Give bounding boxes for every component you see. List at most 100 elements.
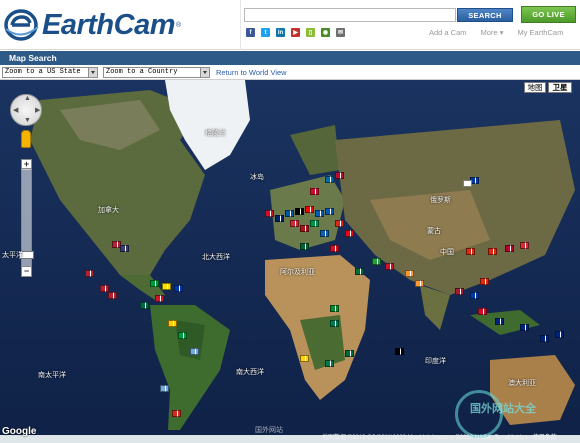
label-mongolia: 蒙古 <box>427 228 441 235</box>
map-controls: Zoom to a US State Zoom to a Country Ret… <box>0 65 580 80</box>
camera-flag-marker[interactable] <box>466 248 475 255</box>
map-search-title: Map Search <box>0 51 580 65</box>
camera-flag-marker[interactable] <box>325 360 334 367</box>
street-view-pegman-icon[interactable] <box>21 130 31 148</box>
camera-flag-marker[interactable] <box>455 288 464 295</box>
camera-flag-marker[interactable] <box>265 210 274 217</box>
camera-flag-marker[interactable] <box>295 208 304 215</box>
camera-flag-marker[interactable] <box>385 263 394 270</box>
camera-flag-marker[interactable] <box>310 220 319 227</box>
label-greenland: 格陵兰 <box>205 130 226 137</box>
add-a-cam-link[interactable]: Add a Cam <box>429 28 467 37</box>
label-pacific: 太平洋 <box>2 252 23 259</box>
label-canada: 加拿大 <box>98 207 119 214</box>
camera-flag-marker[interactable] <box>495 318 504 325</box>
site-header: EarthCam ® SEARCH GO LIVE f t in ▶ ▯ ◉ ✉… <box>0 0 580 50</box>
camera-flag-marker[interactable] <box>300 225 309 232</box>
camera-flag-marker[interactable] <box>310 188 319 195</box>
camera-flag-marker[interactable] <box>330 320 339 327</box>
camera-flag-marker[interactable] <box>555 331 564 338</box>
camera-flag-marker[interactable] <box>285 210 294 217</box>
country-select-value: Zoom to a Country <box>106 68 178 76</box>
pan-down-icon[interactable]: ▼ <box>24 117 31 124</box>
camera-flag-marker[interactable] <box>120 245 129 252</box>
logo-wordmark: EarthCam <box>42 8 176 41</box>
label-iceland: 冰岛 <box>250 174 264 181</box>
camera-flag-marker[interactable] <box>505 245 514 252</box>
camera-flag-marker[interactable] <box>520 242 529 249</box>
camera-flag-marker[interactable] <box>415 280 424 287</box>
facebook-icon[interactable]: f <box>246 28 255 37</box>
camera-flag-marker[interactable] <box>300 355 309 362</box>
my-earthcam-link[interactable]: My EarthCam <box>517 28 563 37</box>
us-state-select[interactable]: Zoom to a US State <box>2 67 98 78</box>
camera-flag-marker[interactable] <box>488 248 497 255</box>
camera-flag-marker[interactable] <box>405 270 414 277</box>
zoom-out-button[interactable]: − <box>21 266 32 277</box>
camera-flag-marker[interactable] <box>172 410 181 417</box>
camera-flag-marker[interactable] <box>155 295 164 302</box>
camera-flag-marker[interactable] <box>345 350 354 357</box>
camera-flag-marker[interactable] <box>540 335 549 342</box>
email-icon[interactable]: ✉ <box>336 28 345 37</box>
camera-flag-marker[interactable] <box>395 348 404 355</box>
camera-flag-marker[interactable] <box>178 332 187 339</box>
camera-flag-marker[interactable] <box>305 206 314 213</box>
label-south-atlantic: 南大西洋 <box>236 369 264 376</box>
camera-flag-marker[interactable] <box>330 305 339 312</box>
us-state-select-value: Zoom to a US State <box>5 68 81 76</box>
camera-flag-marker[interactable] <box>315 210 324 217</box>
search-input[interactable] <box>244 8 456 22</box>
camera-flag-marker[interactable] <box>108 292 117 299</box>
pan-up-icon[interactable]: ▲ <box>24 95 31 102</box>
camera-flag-marker[interactable] <box>190 348 199 355</box>
pan-left-icon[interactable]: ◀ <box>13 106 18 114</box>
camera-flag-marker[interactable] <box>355 268 364 275</box>
camera-flag-marker[interactable] <box>150 280 159 287</box>
camera-flag-marker[interactable] <box>100 285 109 292</box>
camera-flag-marker[interactable] <box>85 270 94 277</box>
camera-flag-marker[interactable] <box>300 243 309 250</box>
pan-right-icon[interactable]: ▶ <box>35 106 40 114</box>
camera-flag-marker[interactable] <box>372 258 381 265</box>
mobile-icon[interactable]: ▯ <box>306 28 315 37</box>
map-copyright[interactable]: 地图数据 ©2013 GS(2011)6020 MapLink Imagery … <box>322 432 557 441</box>
country-select[interactable]: Zoom to a Country <box>103 67 210 78</box>
camera-flag-marker[interactable] <box>290 220 299 227</box>
more-menu-link[interactable]: More ▾ <box>481 28 504 37</box>
camera-flag-marker[interactable] <box>168 320 177 327</box>
registered-mark: ® <box>176 21 182 29</box>
camera-flag-marker[interactable] <box>335 172 344 179</box>
camera-flag-marker[interactable] <box>463 180 472 187</box>
camera-flag-marker[interactable] <box>345 230 354 237</box>
world-map[interactable]: 地图 卫星 ▲ ▼ ◀ ▶ + − 北大西洋 南大西洋 南太平洋 印度洋 太平洋… <box>0 80 580 443</box>
camera-flag-marker[interactable] <box>325 208 334 215</box>
camera-flag-marker[interactable] <box>478 308 487 315</box>
return-to-world-link[interactable]: Return to World View <box>216 68 287 77</box>
camera-flag-marker[interactable] <box>174 285 183 292</box>
camera-flag-marker[interactable] <box>275 215 284 222</box>
camera-flag-marker[interactable] <box>160 385 169 392</box>
camera-flag-marker[interactable] <box>480 278 489 285</box>
camera-flag-marker[interactable] <box>320 230 329 237</box>
go-live-button[interactable]: GO LIVE <box>521 6 576 23</box>
camera-flag-marker[interactable] <box>520 324 529 331</box>
camera-flag-marker[interactable] <box>140 302 149 309</box>
youtube-icon[interactable]: ▶ <box>291 28 300 37</box>
google-logo[interactable]: Google <box>2 426 36 437</box>
camera-flag-marker[interactable] <box>335 220 344 227</box>
header-tools: SEARCH GO LIVE f t in ▶ ▯ ◉ ✉ Add a Cam … <box>240 0 580 50</box>
twitter-icon[interactable]: t <box>261 28 270 37</box>
pan-control[interactable]: ▲ ▼ ◀ ▶ <box>10 94 42 126</box>
camera-flag-marker[interactable] <box>470 292 479 299</box>
linkedin-icon[interactable]: in <box>276 28 285 37</box>
camera-flag-marker[interactable] <box>325 176 334 183</box>
label-indian-ocean: 印度洋 <box>425 358 446 365</box>
camera-flag-marker[interactable] <box>162 283 171 290</box>
rss-icon[interactable]: ◉ <box>321 28 330 37</box>
map-type-map-button[interactable]: 地图 <box>524 82 546 93</box>
earthcam-logo[interactable]: EarthCam ® <box>4 6 181 44</box>
camera-flag-marker[interactable] <box>330 245 339 252</box>
map-type-satellite-button[interactable]: 卫星 <box>548 82 572 93</box>
search-button[interactable]: SEARCH <box>457 8 513 22</box>
